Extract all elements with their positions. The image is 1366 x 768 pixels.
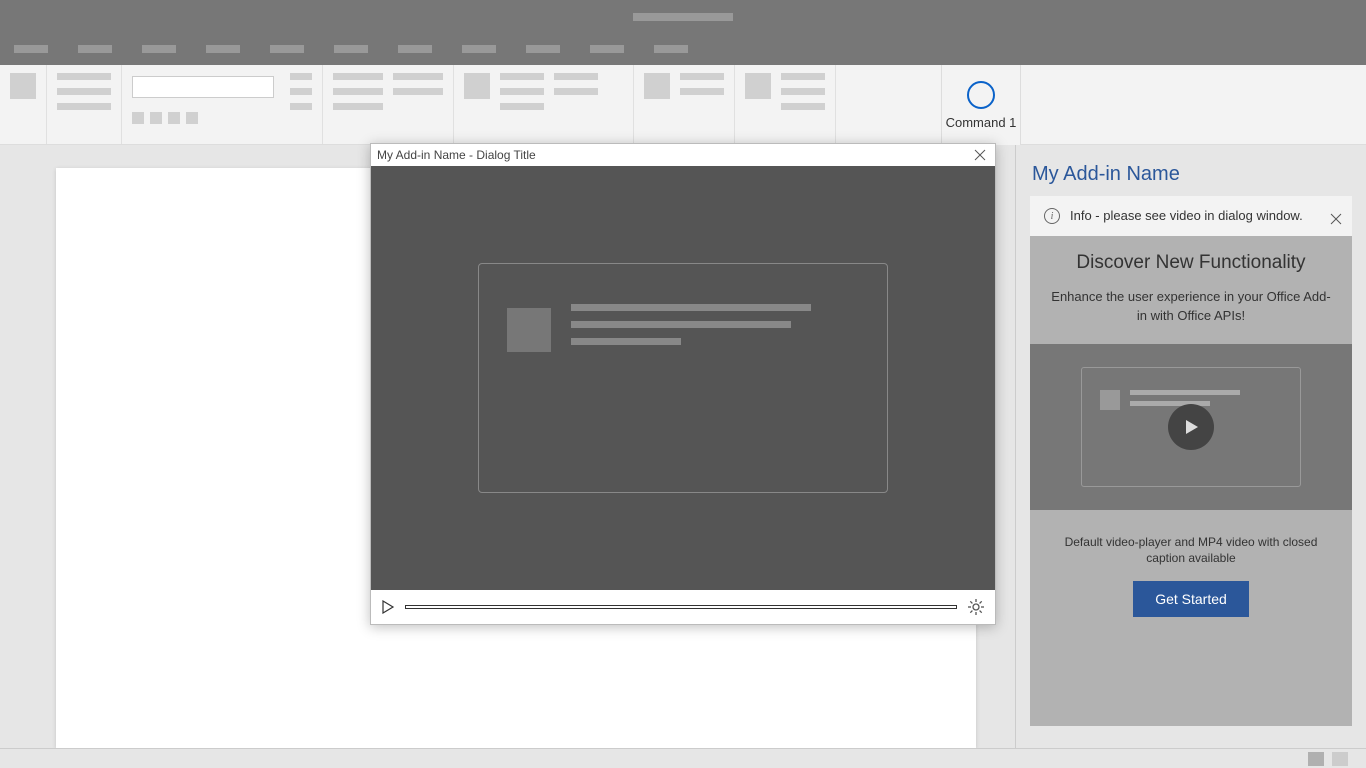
- ribbon-tab[interactable]: [526, 45, 560, 53]
- taskpane-hero: Discover New Functionality Enhance the u…: [1030, 236, 1352, 344]
- video-caption: Default video-player and MP4 video with …: [1030, 510, 1352, 582]
- play-icon: [1182, 418, 1200, 436]
- play-button[interactable]: [381, 600, 395, 614]
- status-bar: [0, 748, 1366, 768]
- ribbon-combobox[interactable]: [132, 76, 274, 98]
- ribbon-button[interactable]: [290, 88, 312, 95]
- ribbon-button[interactable]: [10, 73, 36, 99]
- ribbon-tab[interactable]: [654, 45, 688, 53]
- info-icon: i: [1044, 208, 1060, 224]
- ribbon-button[interactable]: [500, 88, 544, 95]
- ribbon-button[interactable]: [290, 73, 312, 80]
- info-bar: i Info - please see video in dialog wind…: [1030, 196, 1352, 236]
- dialog-title: My Add-in Name - Dialog Title: [377, 148, 536, 162]
- ribbon-button[interactable]: [57, 88, 111, 95]
- ribbon-button[interactable]: [464, 73, 490, 99]
- placeholder-lines: [571, 304, 859, 345]
- taskpane-heading: Discover New Functionality: [1048, 252, 1334, 274]
- ribbon-tabbar: [0, 33, 1366, 65]
- close-icon: [974, 149, 986, 161]
- view-button[interactable]: [1332, 752, 1348, 766]
- ribbon-button[interactable]: [680, 73, 724, 80]
- ribbon-button[interactable]: [132, 112, 144, 124]
- ribbon-tab[interactable]: [78, 45, 112, 53]
- gear-icon: [967, 598, 985, 616]
- ribbon-button[interactable]: [680, 88, 724, 95]
- ribbon-tab[interactable]: [142, 45, 176, 53]
- ribbon-button[interactable]: [393, 73, 443, 80]
- ribbon-button[interactable]: [186, 112, 198, 124]
- info-close-button[interactable]: [1330, 212, 1342, 230]
- view-button[interactable]: [1308, 752, 1324, 766]
- ribbon-button[interactable]: [333, 103, 383, 110]
- close-icon: [1330, 213, 1342, 225]
- ribbon-button[interactable]: [644, 73, 670, 99]
- video-thumb-placeholder: [507, 308, 551, 352]
- ribbon-button[interactable]: [150, 112, 162, 124]
- video-player[interactable]: [371, 166, 995, 590]
- dialog-header: My Add-in Name - Dialog Title: [371, 144, 995, 166]
- taskpane-body: Enhance the user experience in your Offi…: [1048, 288, 1334, 326]
- ribbon-tab[interactable]: [206, 45, 240, 53]
- ribbon-tab[interactable]: [334, 45, 368, 53]
- play-button[interactable]: [1168, 404, 1214, 450]
- play-icon: [381, 600, 395, 614]
- ribbon-button[interactable]: [781, 88, 825, 95]
- addin-taskpane: My Add-in Name i Info - please see video…: [1015, 145, 1366, 748]
- window-titlebar: [0, 0, 1366, 33]
- ribbon: Command 1: [0, 65, 1366, 145]
- ribbon-group: [0, 65, 47, 144]
- addin-dialog: My Add-in Name - Dialog Title: [370, 143, 996, 625]
- circle-icon: [967, 81, 995, 109]
- ribbon-button[interactable]: [781, 103, 825, 110]
- ribbon-group: [47, 65, 122, 144]
- ribbon-button[interactable]: [554, 88, 598, 95]
- ribbon-button[interactable]: [500, 103, 544, 110]
- ribbon-button[interactable]: [57, 73, 111, 80]
- view-switcher: [1308, 752, 1348, 766]
- ribbon-button[interactable]: [57, 103, 111, 110]
- video-progress-bar[interactable]: [405, 605, 957, 609]
- ribbon-tab[interactable]: [270, 45, 304, 53]
- ribbon-tab[interactable]: [590, 45, 624, 53]
- ribbon-button[interactable]: [168, 112, 180, 124]
- ribbon-group: [634, 65, 735, 144]
- ribbon-tab[interactable]: [398, 45, 432, 53]
- ribbon-button[interactable]: [781, 73, 825, 80]
- ribbon-group: [323, 65, 454, 144]
- addin-command-button[interactable]: Command 1: [941, 65, 1021, 145]
- info-text: Info - please see video in dialog window…: [1070, 208, 1338, 223]
- video-thumb-placeholder: [1100, 390, 1120, 410]
- taskpane-title: My Add-in Name: [1016, 145, 1366, 196]
- titlebar-placeholder: [633, 13, 733, 21]
- video-placeholder-card: [478, 263, 888, 493]
- ribbon-group: [735, 65, 836, 144]
- ribbon-group: [122, 65, 323, 144]
- taskpane-content: i Info - please see video in dialog wind…: [1030, 196, 1352, 726]
- ribbon-group: [454, 65, 634, 144]
- ribbon-button[interactable]: [554, 73, 598, 80]
- video-settings-button[interactable]: [967, 598, 985, 616]
- ribbon-tab[interactable]: [462, 45, 496, 53]
- ribbon-button[interactable]: [333, 73, 383, 80]
- ribbon-button[interactable]: [290, 103, 312, 110]
- ribbon-tab[interactable]: [14, 45, 48, 53]
- taskpane-video[interactable]: [1030, 344, 1352, 510]
- addin-command-label: Command 1: [946, 115, 1017, 130]
- ribbon-button[interactable]: [333, 88, 383, 95]
- ribbon-button[interactable]: [745, 73, 771, 99]
- get-started-button[interactable]: Get Started: [1133, 581, 1249, 617]
- video-controls: [371, 590, 995, 624]
- dialog-close-button[interactable]: [971, 146, 989, 164]
- ribbon-button[interactable]: [393, 88, 443, 95]
- ribbon-button[interactable]: [500, 73, 544, 80]
